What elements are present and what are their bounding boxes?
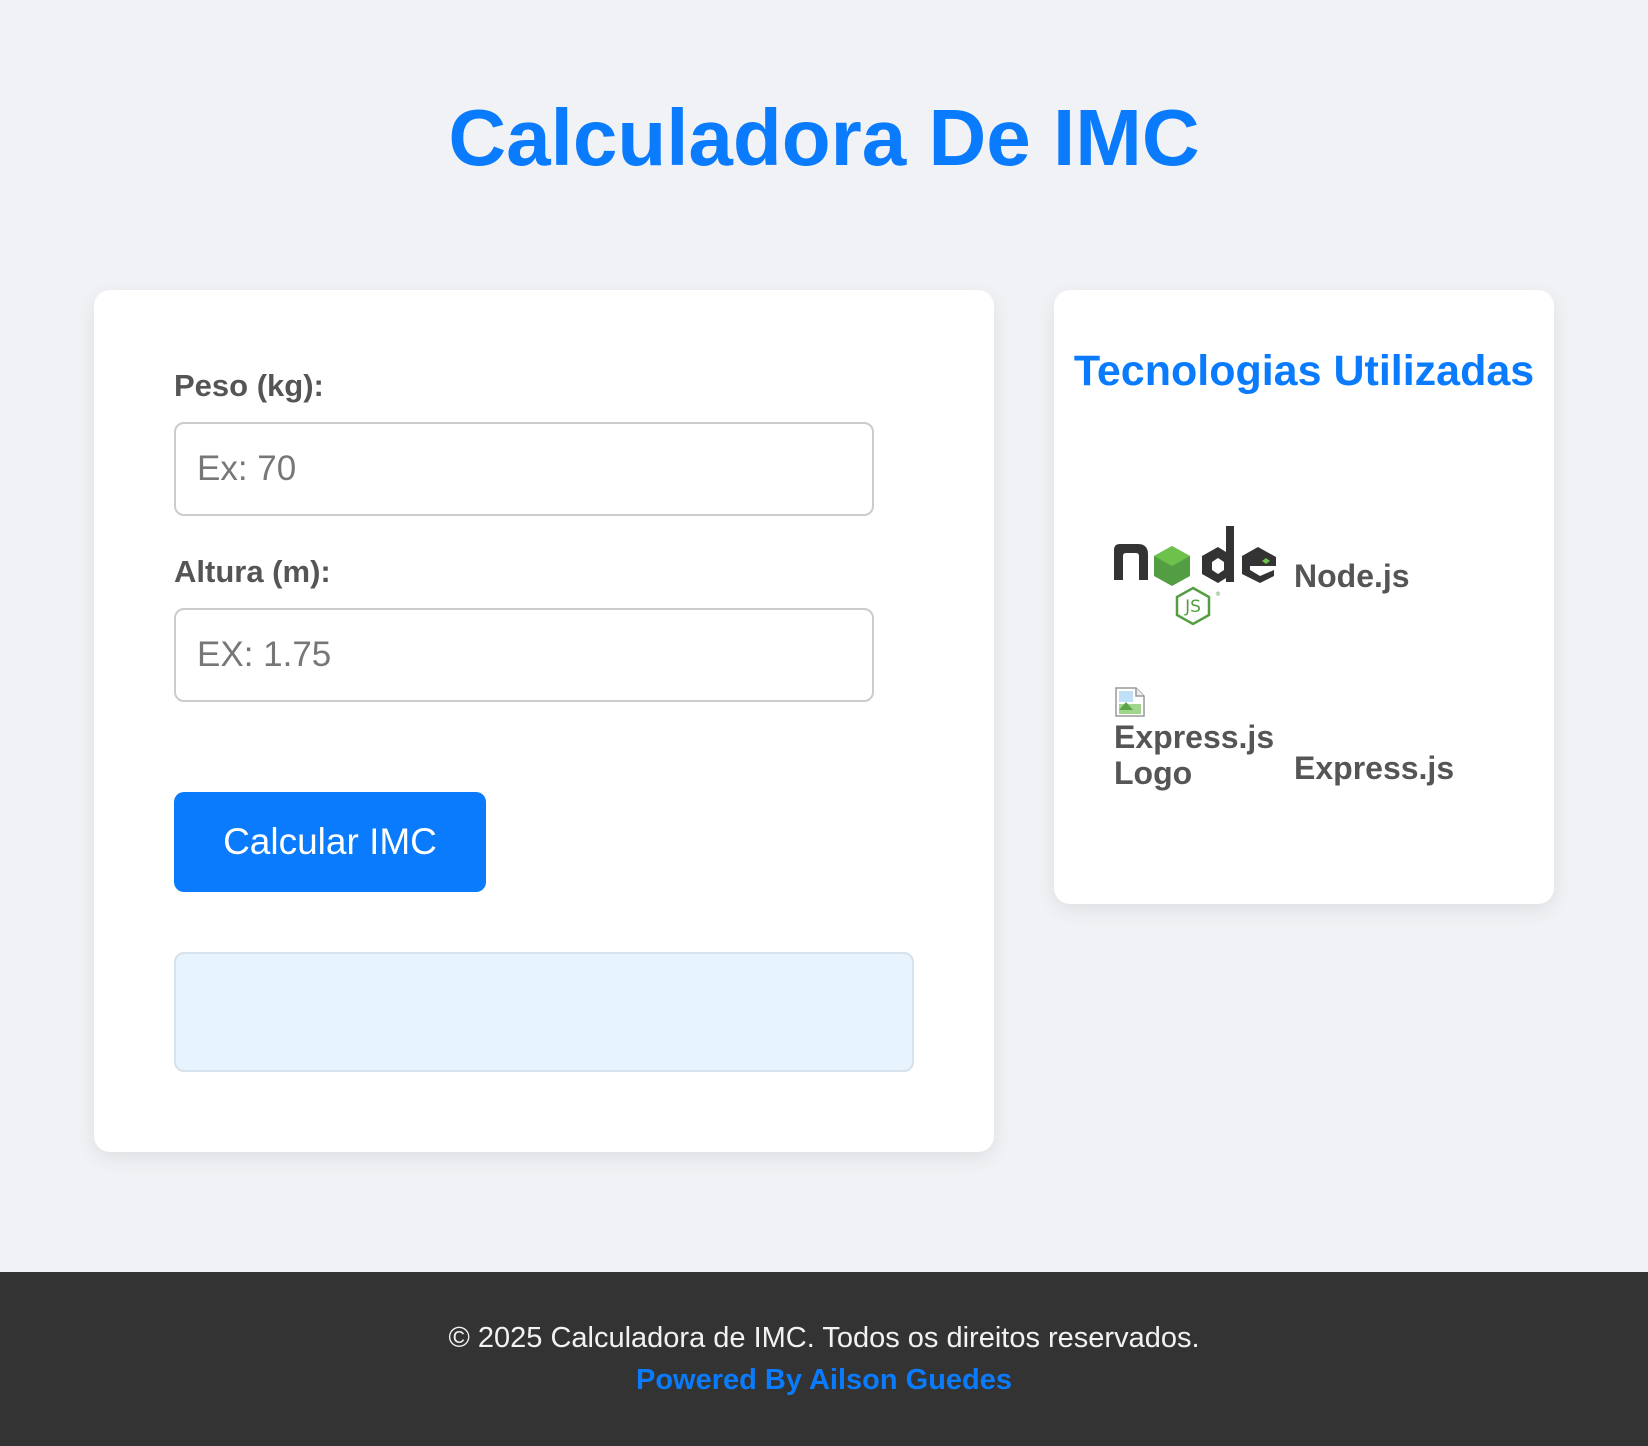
footer-copyright: © 2025 Calculadora de IMC. Todos os dire… xyxy=(448,1322,1200,1354)
tech-item-nodejs: JS ® Node.js xyxy=(1114,526,1534,626)
technologies-title: Tecnologias Utilizadas xyxy=(1073,347,1535,395)
page-title: Calculadora De IMC xyxy=(448,93,1200,182)
technologies-card: Tecnologias Utilizadas JS ® Node.js Expr… xyxy=(1054,290,1554,904)
expressjs-logo-image: Express.js Logo xyxy=(1114,686,1294,792)
weight-input[interactable] xyxy=(174,422,874,516)
svg-text:JS: JS xyxy=(1184,597,1201,617)
result-box xyxy=(174,952,914,1072)
author-credit-link[interactable]: Powered By Ailson Guedes xyxy=(0,1364,1648,1397)
expressjs-alt-text: Express.js Logo xyxy=(1114,719,1275,791)
footer: © 2025 Calculadora de IMC. Todos os dire… xyxy=(0,1272,1648,1446)
calculate-bmi-button[interactable]: Calcular IMC xyxy=(174,792,486,892)
tech-name-expressjs: Express.js xyxy=(1294,750,1455,786)
bmi-form-card: Peso (kg): Altura (m): Calcular IMC xyxy=(94,290,994,1152)
tech-name-nodejs: Node.js xyxy=(1294,558,1410,594)
height-label: Altura (m): xyxy=(174,554,331,589)
svg-text:®: ® xyxy=(1215,591,1221,598)
height-input[interactable] xyxy=(174,608,874,702)
weight-label: Peso (kg): xyxy=(174,368,324,403)
nodejs-logo-icon: JS ® xyxy=(1114,526,1276,626)
tech-item-expressjs: Express.js Logo Express.js xyxy=(1114,686,1534,796)
broken-image-icon xyxy=(1115,687,1145,717)
